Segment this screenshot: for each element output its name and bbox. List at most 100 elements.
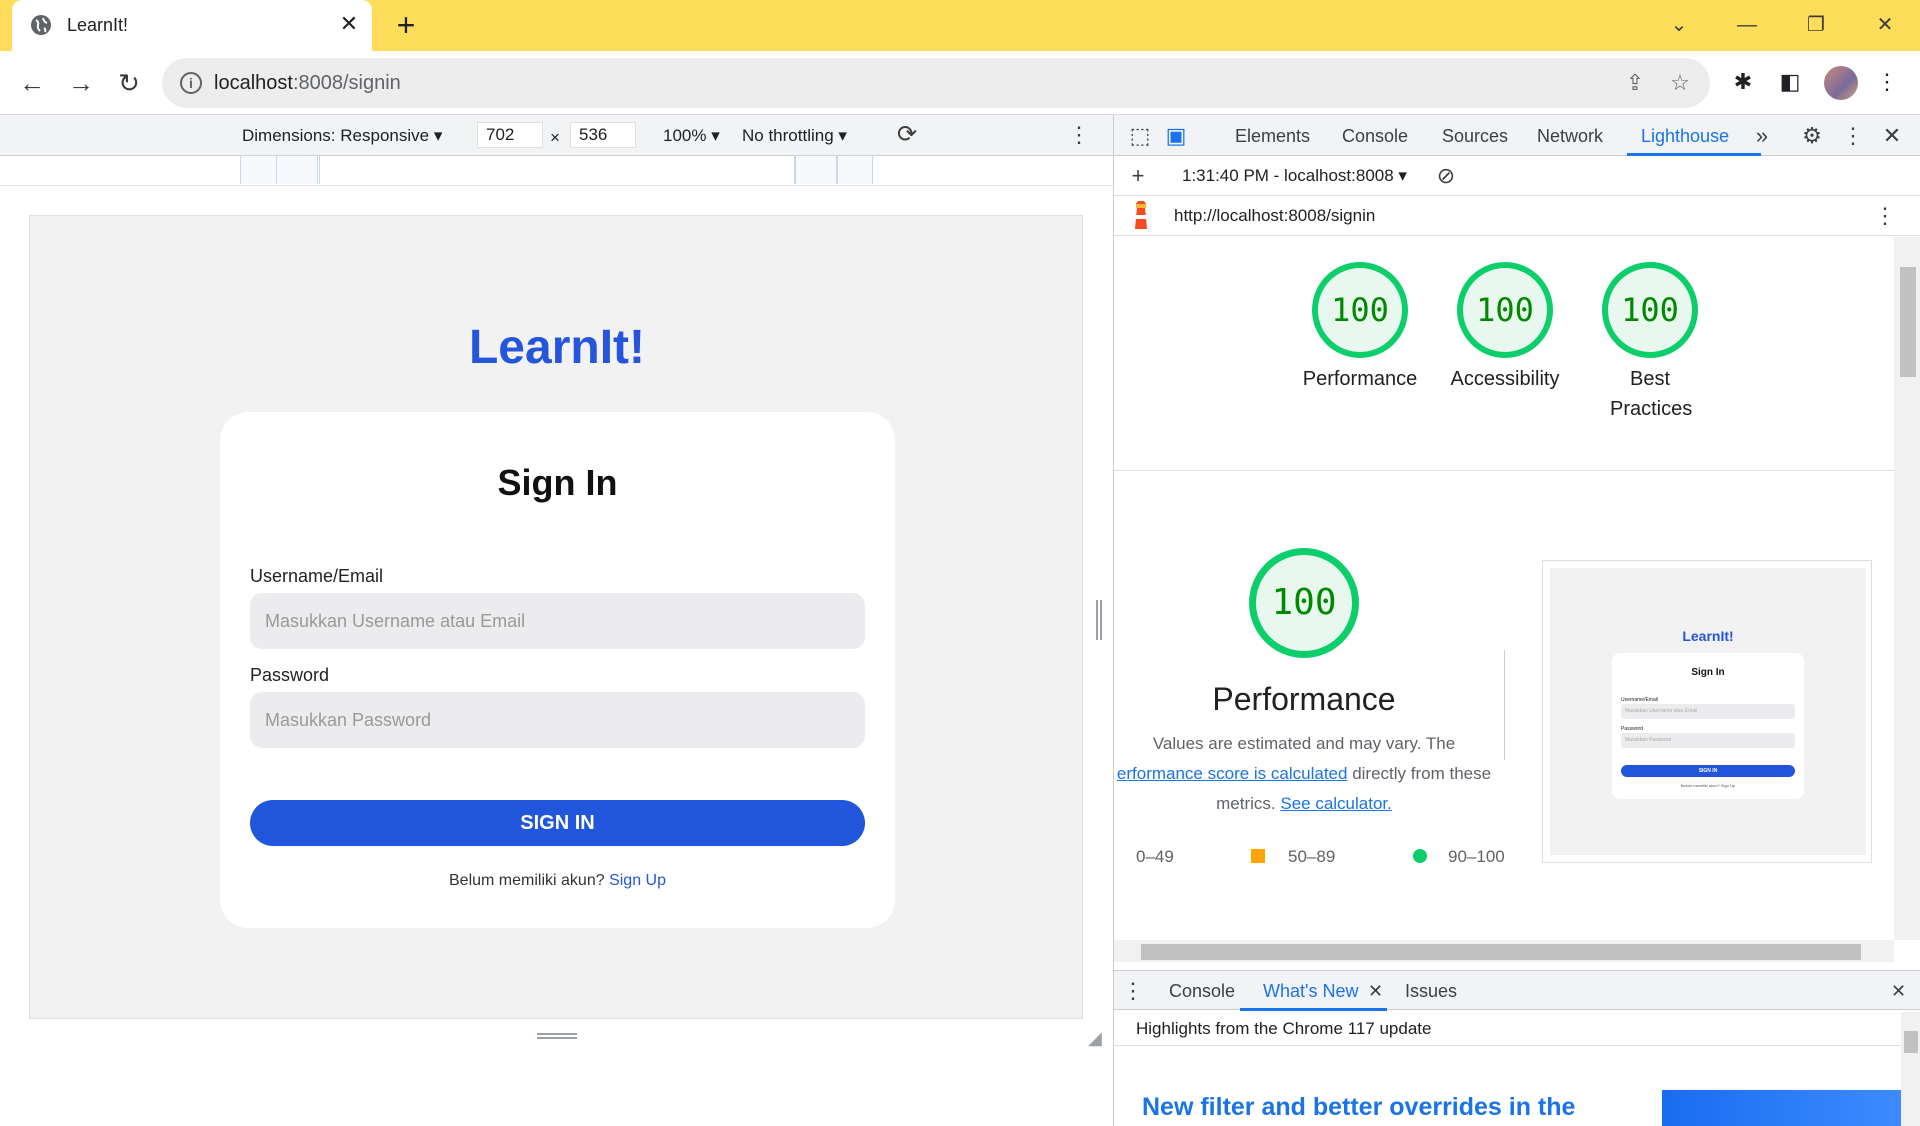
username-label: Username/Email xyxy=(250,566,384,586)
legend-low: 0–49 xyxy=(1136,847,1174,866)
thumb-password-label: Password xyxy=(1621,726,1643,732)
dimension-separator: × xyxy=(550,128,560,147)
drawer-scroll-thumb[interactable] xyxy=(1904,1031,1918,1053)
reload-button[interactable]: ↻ xyxy=(111,65,147,101)
legend-high-circle-icon xyxy=(1413,849,1427,863)
site-info-icon[interactable]: i xyxy=(180,72,202,94)
perf-desc-text-2: directly from these xyxy=(1352,764,1492,783)
media-query-bar-right-inner[interactable] xyxy=(836,156,838,184)
thumbnail-page: LearnIt! Sign In Username/Email Masukkan… xyxy=(1550,568,1866,855)
perf-desc-text-3: metrics. xyxy=(1216,794,1276,813)
legend-mid-square-icon xyxy=(1251,849,1265,863)
best-practices-gauge[interactable]: 100 xyxy=(1602,262,1698,358)
report-menu-icon[interactable]: ⋮ xyxy=(1874,202,1896,230)
browser-tab[interactable]: LearnIt! ✕ xyxy=(12,0,372,51)
thumb-footer: Belum memiliki akun? Sign Up xyxy=(1680,783,1736,788)
profile-avatar[interactable] xyxy=(1824,66,1858,100)
emulated-device-viewport: LearnIt! Sign In Username/Email Masukkan… xyxy=(29,215,1083,1019)
signin-card: Sign In Username/Email Masukkan Username… xyxy=(220,412,895,928)
tab-network[interactable]: Network xyxy=(1537,126,1603,147)
legend-mid: 50–89 xyxy=(1288,847,1336,866)
drawer-tab-console[interactable]: Console xyxy=(1169,981,1235,1002)
signup-prompt: Belum memiliki akun? Sign Up xyxy=(220,872,895,890)
device-toolbar-toggle-icon[interactable]: ▣ xyxy=(1162,122,1190,150)
throttling-label: No throttling xyxy=(742,126,834,145)
throttling-dropdown[interactable]: No throttling ▾ xyxy=(742,126,847,146)
legend-high: 90–100 xyxy=(1448,847,1505,866)
drawer-scrollbar[interactable] xyxy=(1901,1012,1920,1126)
viewport-resize-handle-right[interactable] xyxy=(1096,600,1102,640)
report-horizontal-scroll-thumb[interactable] xyxy=(1141,944,1861,960)
zoom-dropdown[interactable]: 100% ▾ xyxy=(663,126,720,146)
drawer-tab-issues[interactable]: Issues xyxy=(1405,981,1457,1002)
restore-button[interactable]: ❐ xyxy=(1801,10,1831,40)
zoom-label: 100% xyxy=(663,126,707,145)
score-calculated-link[interactable]: erformance score is calculated xyxy=(1117,764,1348,783)
side-panel-icon[interactable]: ◧ xyxy=(1775,67,1805,97)
close-whats-new-icon[interactable]: ✕ xyxy=(1368,981,1383,1002)
devtools-panel: ⬚ ▣ Elements Console Sources Network Lig… xyxy=(1113,115,1920,1126)
address-bar[interactable]: i localhost:8008/signin ⇪ ☆ xyxy=(162,58,1710,108)
thumb-password-input: Masukkan Password xyxy=(1621,733,1795,748)
share-icon[interactable]: ⇪ xyxy=(1622,70,1648,96)
drawer-menu-icon[interactable]: ⋮ xyxy=(1122,977,1144,1005)
extensions-puzzle-icon[interactable]: ✱ xyxy=(1728,67,1758,97)
performance-gauge[interactable]: 100 xyxy=(1312,262,1408,358)
viewport-resize-handle-bottom[interactable] xyxy=(537,1033,577,1039)
drawer-tab-whats-new[interactable]: What's New xyxy=(1263,981,1358,1002)
tab-lighthouse[interactable]: Lighthouse xyxy=(1641,126,1729,147)
tab-sources[interactable]: Sources xyxy=(1442,126,1508,147)
close-window-button[interactable]: ✕ xyxy=(1870,10,1900,40)
performance-gauge-label: Performance xyxy=(1302,368,1418,390)
report-selector[interactable]: 1:31:40 PM - localhost:8008 ▾ xyxy=(1182,166,1407,186)
dimensions-dropdown[interactable]: Dimensions: Responsive ▾ xyxy=(242,126,442,146)
password-input[interactable]: Masukkan Password xyxy=(250,692,865,748)
devtools-tabbar: ⬚ ▣ Elements Console Sources Network Lig… xyxy=(1114,115,1920,156)
performance-score-gauge[interactable]: 100 xyxy=(1249,548,1359,658)
signin-title: Sign In xyxy=(497,462,618,503)
url-text[interactable]: localhost:8008/signin xyxy=(214,72,401,95)
dimensions-label: Dimensions: Responsive xyxy=(242,126,430,145)
new-report-plus-icon[interactable]: + xyxy=(1124,162,1152,190)
close-devtools-icon[interactable]: ✕ xyxy=(1878,122,1906,150)
username-input[interactable]: Masukkan Username atau Email xyxy=(250,593,865,649)
media-query-bar-middle[interactable] xyxy=(317,156,795,184)
close-drawer-icon[interactable]: ✕ xyxy=(1891,981,1906,1002)
viewport-resize-corner-icon[interactable]: ◢ xyxy=(1088,1028,1102,1049)
close-tab-icon[interactable]: ✕ xyxy=(337,12,361,36)
tab-elements[interactable]: Elements xyxy=(1235,126,1310,147)
accessibility-gauge[interactable]: 100 xyxy=(1457,262,1553,358)
media-query-bar-right[interactable] xyxy=(795,156,873,184)
settings-gear-icon[interactable]: ⚙ xyxy=(1798,122,1826,150)
browser-titlebar: LearnIt! ✕ + ⌄ — ❐ ✕ xyxy=(0,0,1920,51)
media-query-bar-inner[interactable] xyxy=(276,156,320,184)
whats-new-highlights: Highlights from the Chrome 117 update xyxy=(1136,1019,1432,1038)
height-input[interactable]: 536 xyxy=(570,122,636,148)
tab-search-icon[interactable]: ⌄ xyxy=(1664,10,1694,40)
browser-menu-icon[interactable]: ⋮ xyxy=(1872,67,1902,97)
back-button[interactable]: ← xyxy=(14,65,50,101)
tab-console[interactable]: Console xyxy=(1342,126,1408,147)
signup-link[interactable]: Sign Up xyxy=(609,872,666,889)
rotate-icon[interactable]: ⟳ xyxy=(893,121,921,149)
devtools-menu-icon[interactable]: ⋮ xyxy=(1839,122,1867,150)
more-tabs-chevron-icon[interactable]: » xyxy=(1748,122,1776,150)
lighthouse-icon xyxy=(1135,201,1147,229)
clear-reports-icon[interactable]: ⊘ xyxy=(1432,162,1460,190)
see-calculator-link[interactable]: See calculator. xyxy=(1280,794,1392,813)
performance-separator xyxy=(1504,650,1505,760)
whats-new-headline[interactable]: New filter and better overrides in the xyxy=(1142,1093,1575,1122)
forward-button[interactable]: → xyxy=(63,65,99,101)
inspect-element-icon[interactable]: ⬚ xyxy=(1126,122,1154,150)
lighthouse-toolbar: + 1:31:40 PM - localhost:8008 ▾ ⊘ xyxy=(1114,156,1920,196)
width-input[interactable]: 702 xyxy=(477,122,543,148)
device-more-icon[interactable]: ⋮ xyxy=(1068,121,1090,149)
bookmark-star-icon[interactable]: ☆ xyxy=(1667,70,1693,96)
signin-button[interactable]: SIGN IN xyxy=(250,800,865,846)
report-url: http://localhost:8008/signin xyxy=(1174,206,1376,225)
new-tab-button[interactable]: + xyxy=(390,9,422,42)
password-label: Password xyxy=(250,665,330,685)
page-screenshot-thumbnail[interactable]: LearnIt! Sign In Username/Email Masukkan… xyxy=(1542,560,1872,863)
minimize-button[interactable]: — xyxy=(1732,10,1762,40)
report-vertical-scroll-thumb[interactable] xyxy=(1900,267,1916,377)
